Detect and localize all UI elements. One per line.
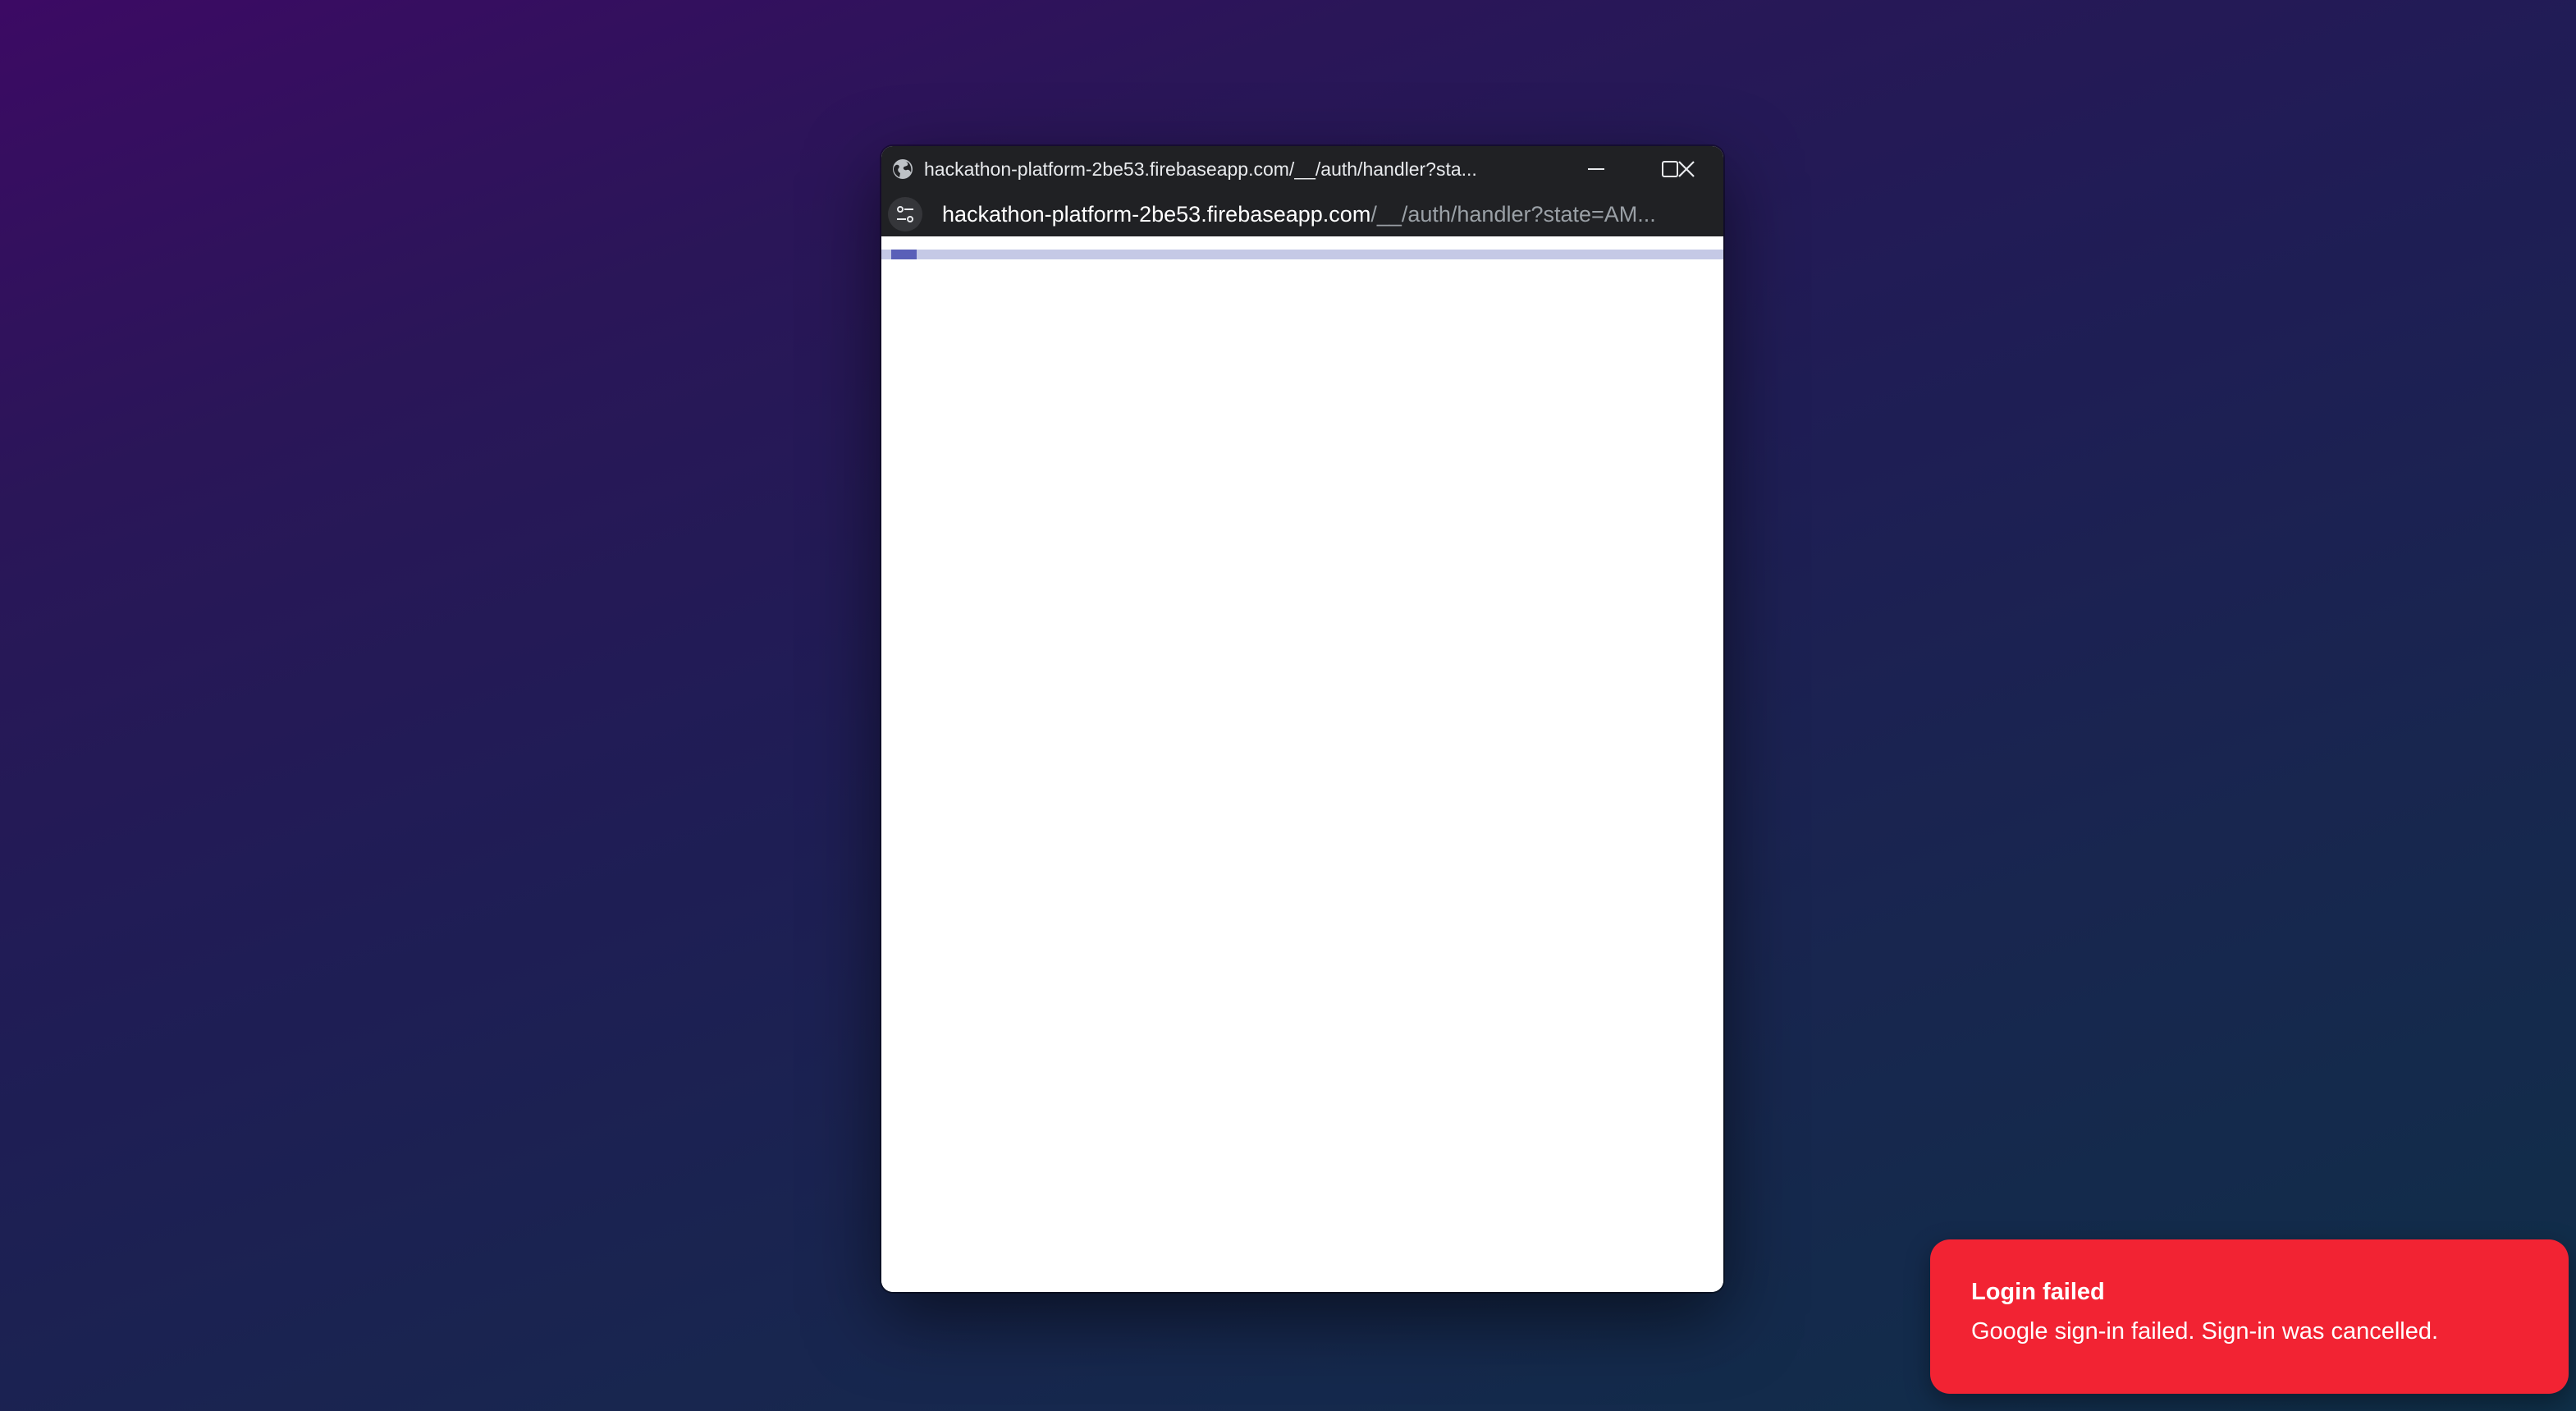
loading-progress-bar	[881, 250, 1723, 259]
site-info-button[interactable]	[888, 197, 922, 231]
tune-icon	[897, 206, 913, 222]
close-button[interactable]	[1649, 146, 1723, 192]
url-text[interactable]: hackathon-platform-2be53.firebaseapp.com…	[942, 192, 1697, 236]
window-titlebar[interactable]: hackathon-platform-2be53.firebaseapp.com…	[881, 146, 1723, 192]
url-host: hackathon-platform-2be53.firebaseapp.com	[942, 202, 1371, 227]
url-path: /__/auth/handler?state=AM...	[1370, 202, 1656, 227]
minimize-icon	[1588, 168, 1604, 170]
toast-title: Login failed	[1971, 1279, 2105, 1305]
auth-popup-window: hackathon-platform-2be53.firebaseapp.com…	[881, 146, 1723, 1292]
window-title: hackathon-platform-2be53.firebaseapp.com…	[924, 158, 1477, 180]
minimize-button[interactable]	[1559, 146, 1633, 192]
close-icon	[1678, 161, 1695, 177]
toast-message: Google sign-in failed. Sign-in was cance…	[1971, 1318, 2439, 1345]
globe-icon	[891, 158, 914, 181]
loading-progress-fill	[891, 250, 917, 259]
error-toast[interactable]: Login failed Google sign-in failed. Sign…	[1930, 1239, 2569, 1394]
address-bar[interactable]: hackathon-platform-2be53.firebaseapp.com…	[881, 192, 1723, 236]
popup-page-content	[881, 259, 1723, 1292]
